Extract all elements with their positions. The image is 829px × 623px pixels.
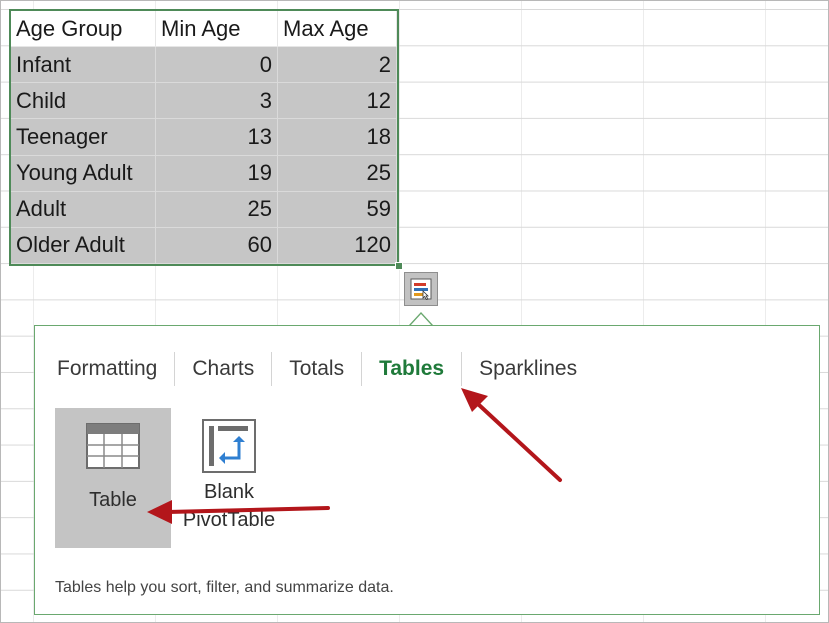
age-group-cell[interactable]: Young Adult [11,155,156,192]
quick-analysis-button[interactable] [404,272,438,306]
blank-pivottable-option-button[interactable]: Blank PivotTable [171,408,287,548]
age-group-cell[interactable]: Child [11,83,156,120]
min-age-cell[interactable]: 25 [156,191,278,228]
min-age-cell[interactable]: 0 [156,47,278,84]
tab-divider [174,352,176,386]
table-option-label: Table [89,489,137,511]
tab-formatting[interactable]: Formatting [57,357,157,381]
max-age-cell[interactable]: 18 [278,119,397,156]
fill-handle[interactable] [395,262,403,270]
selected-data-range[interactable]: Age Group Min Age Max Age Infant 0 2 Chi… [9,9,399,266]
age-group-cell[interactable]: Teenager [11,119,156,156]
max-age-cell[interactable]: 2 [278,47,397,84]
min-age-cell[interactable]: 19 [156,155,278,192]
header-cell[interactable]: Max Age [278,11,397,48]
max-age-cell[interactable]: 120 [278,227,397,264]
max-age-cell[interactable]: 25 [278,155,397,192]
quick-analysis-icon [410,278,432,300]
pivot-table-icon [202,419,256,473]
min-age-cell[interactable]: 60 [156,227,278,264]
quick-analysis-panel: Formatting Charts Totals Tables Sparklin… [34,325,820,615]
tab-sparklines[interactable]: Sparklines [479,357,577,381]
min-age-cell[interactable]: 13 [156,119,278,156]
max-age-cell[interactable]: 12 [278,83,397,120]
table-icon [86,423,140,469]
min-age-cell[interactable]: 3 [156,83,278,120]
age-group-cell[interactable]: Older Adult [11,227,156,264]
tab-description: Tables help you sort, filter, and summar… [55,579,394,596]
age-group-cell[interactable]: Adult [11,191,156,228]
max-age-cell[interactable]: 59 [278,191,397,228]
blank-pivottable-option-label: Blank PivotTable [182,481,276,531]
quick-analysis-tabs: Formatting Charts Totals Tables Sparklin… [57,352,577,386]
tab-divider [361,352,363,386]
tab-totals[interactable]: Totals [289,357,344,381]
tab-divider [461,352,463,386]
tab-tables[interactable]: Tables [379,357,444,381]
tab-charts[interactable]: Charts [192,357,254,381]
table-option-button[interactable]: Table [55,408,171,548]
header-cell[interactable]: Age Group [11,11,156,48]
tab-divider [271,352,273,386]
header-cell[interactable]: Min Age [156,11,278,48]
age-group-cell[interactable]: Infant [11,47,156,84]
